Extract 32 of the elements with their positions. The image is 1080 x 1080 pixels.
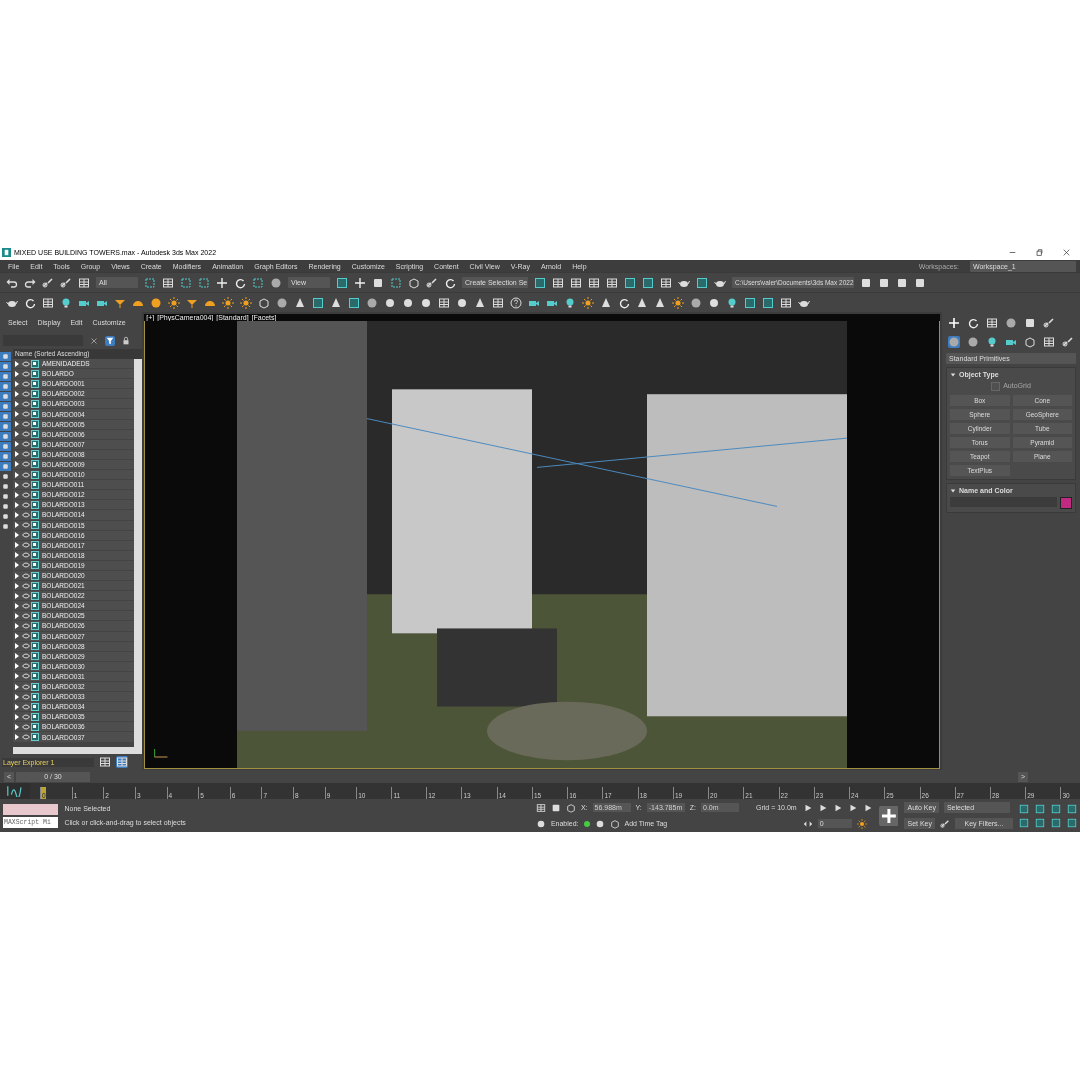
sun-icon[interactable] bbox=[582, 296, 594, 309]
clear-icon[interactable] bbox=[89, 335, 99, 346]
select-by-name-icon[interactable] bbox=[162, 276, 174, 289]
scrollbar[interactable] bbox=[13, 747, 143, 754]
light-icon[interactable] bbox=[60, 296, 72, 309]
set-keys-icon[interactable] bbox=[878, 805, 899, 826]
axis-tripod-icon bbox=[153, 748, 170, 758]
window-crossing-icon[interactable] bbox=[198, 276, 210, 289]
sun-icon[interactable] bbox=[240, 296, 252, 309]
undo-icon[interactable] bbox=[6, 276, 18, 289]
help-icon[interactable] bbox=[510, 296, 522, 309]
scrollbar[interactable] bbox=[134, 359, 143, 747]
rotate-icon[interactable] bbox=[234, 276, 246, 289]
sun-icon[interactable] bbox=[222, 296, 234, 309]
maxscript-listener-field[interactable] bbox=[3, 803, 59, 815]
unlink-icon[interactable] bbox=[60, 276, 72, 289]
plus-icon[interactable] bbox=[948, 317, 960, 329]
minimize-icon[interactable] bbox=[1009, 249, 1016, 256]
restore-icon[interactable] bbox=[1036, 249, 1043, 256]
close-icon[interactable] bbox=[1063, 249, 1070, 256]
enabled-indicator[interactable] bbox=[583, 820, 590, 827]
link-icon[interactable] bbox=[42, 276, 54, 289]
pivot-icon[interactable] bbox=[336, 276, 348, 289]
color-swatch[interactable] bbox=[1060, 497, 1072, 509]
list-icon[interactable] bbox=[492, 296, 504, 309]
link-icon[interactable] bbox=[1062, 336, 1074, 348]
cube-icon[interactable] bbox=[258, 296, 270, 309]
select-object-icon[interactable] bbox=[144, 276, 156, 289]
collapse-icon[interactable] bbox=[950, 487, 956, 494]
collapse-icon[interactable] bbox=[950, 371, 956, 378]
rectangle-selection-icon[interactable] bbox=[180, 276, 192, 289]
move-icon[interactable] bbox=[216, 276, 228, 289]
